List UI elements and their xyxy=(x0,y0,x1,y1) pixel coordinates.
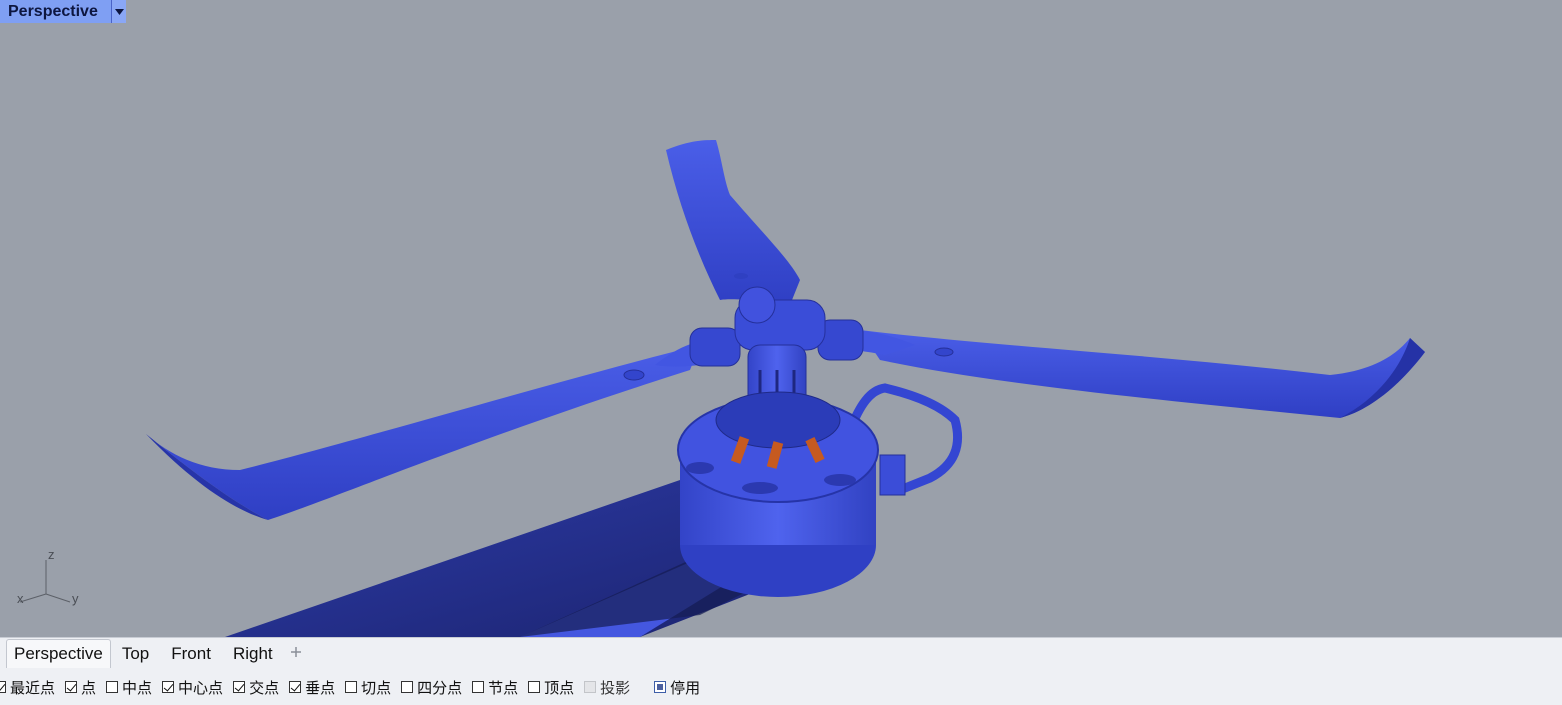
snap-label: 最近点 xyxy=(10,679,56,697)
viewport-title: Perspective xyxy=(8,2,98,20)
axis-indicator: z x y xyxy=(17,547,79,606)
snap-label: 节点 xyxy=(488,679,519,697)
axis-label-z: z xyxy=(48,547,55,562)
tab-right[interactable]: Right xyxy=(222,640,284,668)
tab-label: Front xyxy=(171,643,211,663)
checkbox[interactable] xyxy=(289,681,302,693)
checkbox[interactable] xyxy=(65,681,78,693)
propeller-model xyxy=(146,140,1425,637)
snap-label: 中心点 xyxy=(178,679,224,697)
checkbox[interactable] xyxy=(584,681,597,693)
tab-front[interactable]: Front xyxy=(160,640,222,668)
checkbox[interactable] xyxy=(528,681,541,693)
checkbox[interactable] xyxy=(162,681,175,693)
snap-label: 点 xyxy=(81,679,97,697)
snap-near[interactable]: 最近点 xyxy=(0,677,55,698)
snap-label: 四分点 xyxy=(417,679,463,697)
snap-label: 顶点 xyxy=(544,679,575,697)
checkbox[interactable] xyxy=(345,681,358,693)
axis-label-y: y xyxy=(72,591,79,606)
caret-down-icon[interactable] xyxy=(111,0,126,23)
checkbox[interactable] xyxy=(472,681,485,693)
snap-disable[interactable]: 停用 xyxy=(654,677,700,698)
snap-label: 中点 xyxy=(122,679,153,697)
checkbox[interactable] xyxy=(401,681,414,693)
checkbox[interactable] xyxy=(106,681,119,693)
viewport-title-bar[interactable]: Perspective xyxy=(0,0,126,23)
propeller-blade-top xyxy=(666,140,800,305)
snap-label: 停用 xyxy=(670,679,701,697)
propeller-blade-right xyxy=(860,330,1425,418)
snap-label: 切点 xyxy=(361,679,392,697)
snap-label: 交点 xyxy=(249,679,280,697)
plus-icon[interactable] xyxy=(290,645,302,663)
snap-center[interactable]: 中心点 xyxy=(162,677,223,698)
tab-label: Perspective xyxy=(14,644,103,663)
snap-label: 投影 xyxy=(600,679,631,697)
checkbox[interactable] xyxy=(0,681,6,693)
snap-vertex[interactable]: 顶点 xyxy=(528,677,574,698)
viewport-tabs: Perspective Top Front Right xyxy=(0,637,1562,669)
checkbox[interactable] xyxy=(233,681,246,693)
propeller-blade-left xyxy=(146,345,700,520)
tab-label: Right xyxy=(232,643,273,663)
snap-midpoint[interactable]: 中点 xyxy=(106,677,152,698)
snap-label: 垂点 xyxy=(305,679,336,697)
perspective-viewport[interactable]: Perspective z x y xyxy=(0,0,1562,637)
tab-label: Top xyxy=(121,643,150,663)
tab-perspective[interactable]: Perspective xyxy=(6,639,111,668)
snap-point[interactable]: 点 xyxy=(65,677,96,698)
snap-quadrant[interactable]: 四分点 xyxy=(401,677,462,698)
snap-tangent[interactable]: 切点 xyxy=(345,677,391,698)
checkbox[interactable] xyxy=(654,681,667,693)
osnap-bar: 最近点 点 中点 中心点 交点 垂点 切点 四分点 节点 顶点 投影 停用 xyxy=(0,669,1562,705)
axis-label-x: x xyxy=(17,591,24,606)
snap-knot[interactable]: 节点 xyxy=(472,677,518,698)
snap-project[interactable]: 投影 xyxy=(584,677,630,698)
snap-perpendicular[interactable]: 垂点 xyxy=(289,677,335,698)
snap-intersection[interactable]: 交点 xyxy=(233,677,279,698)
tab-top[interactable]: Top xyxy=(111,640,160,668)
